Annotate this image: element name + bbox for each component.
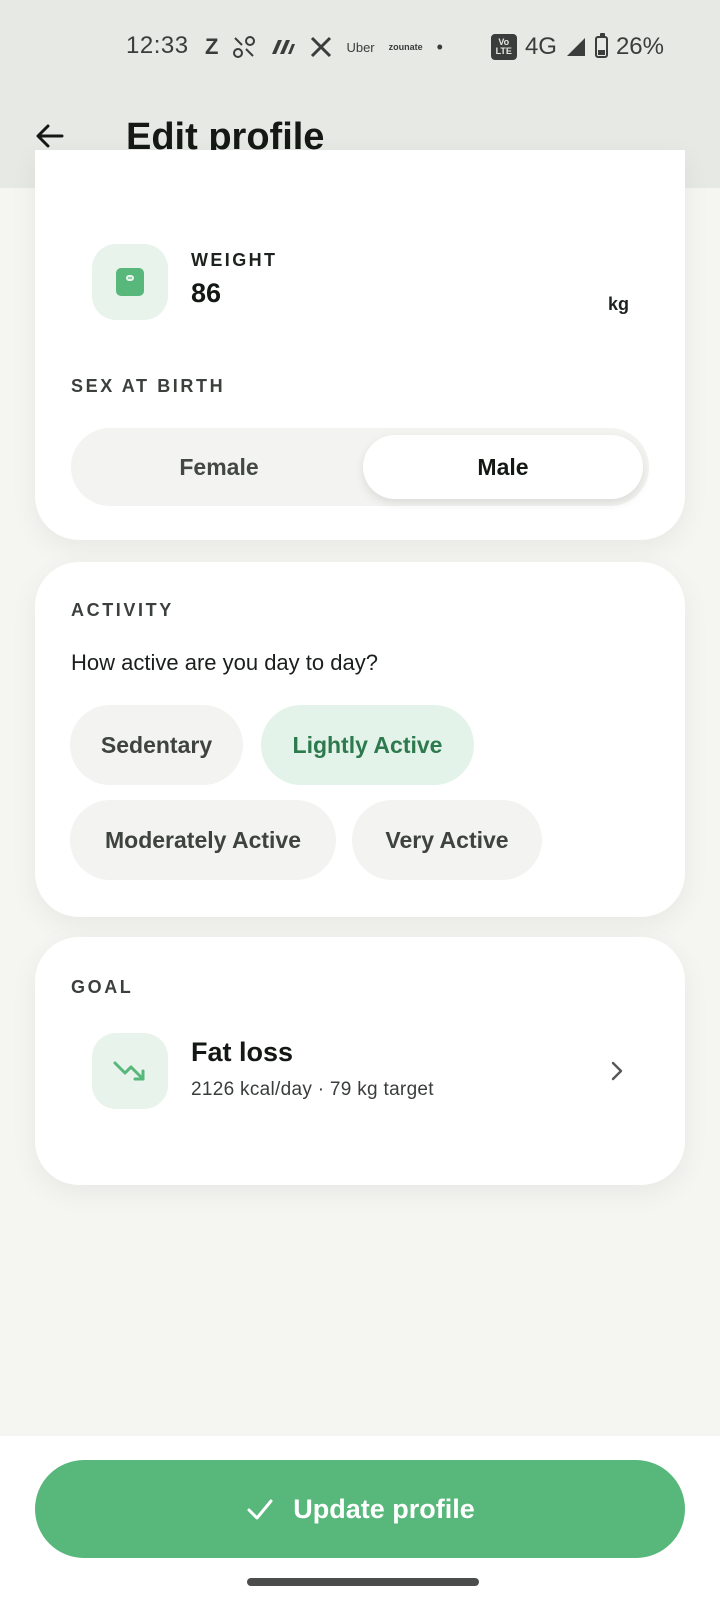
weight-icon-tile [92, 244, 168, 320]
home-indicator[interactable] [247, 1578, 479, 1586]
network-type: 4G [524, 33, 557, 60]
activity-chip-very-active[interactable]: Very Active [352, 800, 542, 880]
arrow-left-icon [36, 124, 64, 148]
chevron-right-icon [611, 1061, 623, 1081]
weight-label: WEIGHT [191, 250, 278, 270]
x-app-icon [311, 36, 332, 58]
battery-level: 26% [615, 33, 664, 60]
update-profile-button[interactable]: Update profile [35, 1460, 685, 1558]
more-notifications-dot: • [436, 36, 443, 57]
activity-chip-lightly-active[interactable]: Lightly Active [261, 705, 474, 785]
goal-title: Fat loss [191, 1037, 294, 1067]
trend-down-icon [113, 1061, 145, 1081]
volte-icon: Vo LTE [490, 34, 517, 60]
activity-chip-sedentary[interactable]: Sedentary [70, 705, 243, 785]
check-icon [247, 1499, 273, 1520]
uber-app-icon: Uber [346, 39, 375, 55]
activity-section-label: ACTIVITY [71, 600, 174, 620]
weight-unit: kg [607, 294, 629, 314]
status-time: 12:33 [126, 32, 189, 59]
activity-chip-moderately-active[interactable]: Moderately Active [70, 800, 336, 880]
body-metrics-card: WEIGHT 86 kg SEX AT BIRTH Female Male [35, 150, 685, 540]
activity-question: How active are you day to day? [71, 650, 378, 675]
sex-segmented-control: Female Male [71, 428, 649, 506]
battery-icon [594, 33, 608, 58]
app-icon-nodes [233, 36, 256, 58]
z-app-icon: Z [205, 34, 219, 59]
goal-subtitle: 2126 kcal/day · 79 kg target [191, 1079, 434, 1100]
goal-row[interactable]: Fat loss 2126 kcal/day · 79 kg target [71, 1019, 649, 1129]
goal-card: GOAL Fat loss 2126 kcal/day · 79 kg targ… [35, 937, 685, 1185]
signal-icon [566, 38, 585, 56]
scale-icon [116, 268, 144, 296]
weight-value[interactable]: 86 [191, 278, 221, 309]
zounate-app-icon: zounate [388, 42, 423, 52]
goal-icon-tile [92, 1033, 168, 1109]
status-app-icons: Z Uber zounate • [205, 30, 443, 64]
app-icon-waves [272, 40, 296, 54]
update-profile-label: Update profile [293, 1493, 475, 1524]
goal-section-label: GOAL [71, 977, 134, 997]
status-system-icons: Vo LTE 4G 26% [490, 30, 664, 64]
status-bar: 12:33 Z Uber zounate • Vo LTE 4G 26% [0, 0, 720, 92]
sex-option-male[interactable]: Male [363, 435, 643, 499]
sex-section-label: SEX AT BIRTH [71, 376, 226, 396]
activity-card: ACTIVITY How active are you day to day? … [35, 562, 685, 917]
sex-option-female[interactable]: Female [79, 435, 359, 499]
